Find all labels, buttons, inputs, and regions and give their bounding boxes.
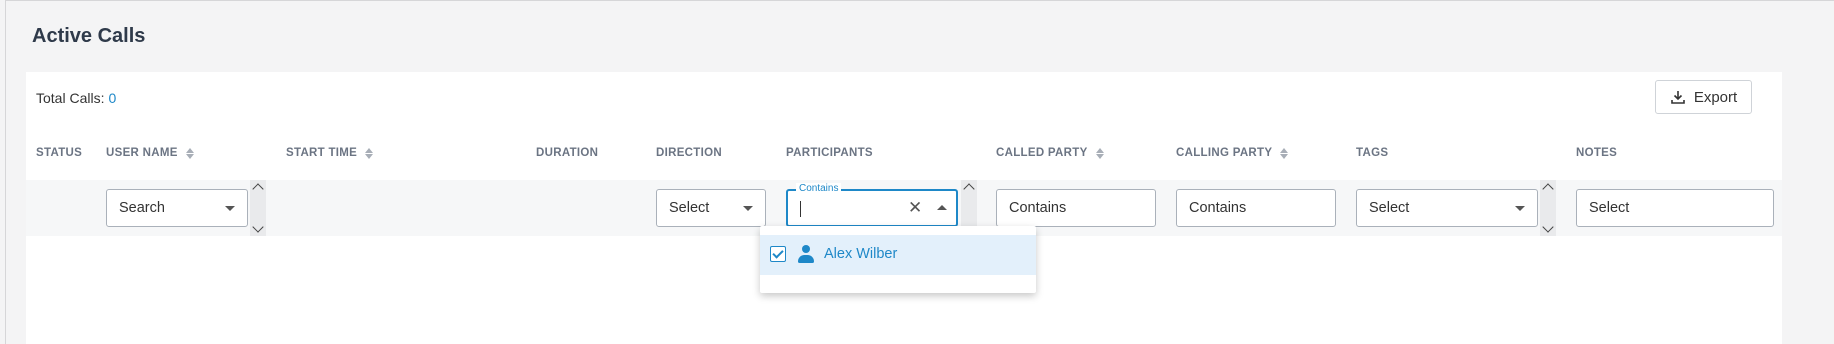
calling-party-filter[interactable]: Contains xyxy=(1176,189,1336,227)
notes-filter[interactable]: Select xyxy=(1576,189,1774,227)
scroll-up-icon[interactable] xyxy=(1542,183,1554,195)
checkbox-checked-icon[interactable] xyxy=(770,246,786,262)
column-header-direction: DIRECTION xyxy=(656,147,722,159)
sort-icon[interactable] xyxy=(1095,147,1104,159)
tags-scrollbar[interactable] xyxy=(1540,180,1556,236)
column-header-tags: TAGS xyxy=(1356,147,1389,159)
download-icon xyxy=(1671,91,1685,104)
page-title: Active Calls xyxy=(32,25,146,47)
column-header-start-time[interactable]: START TIME xyxy=(286,147,374,159)
participant-option[interactable]: Alex Wilber xyxy=(760,235,1036,275)
participant-option-label: Alex Wilber xyxy=(824,246,898,262)
scroll-up-icon[interactable] xyxy=(252,183,264,195)
column-header-called-party[interactable]: CALLED PARTY xyxy=(996,147,1104,159)
chevron-up-icon[interactable] xyxy=(937,205,947,210)
calls-table-card: Total Calls: 0 Export STATUS USER NAME ST… xyxy=(26,72,1782,344)
scroll-down-icon[interactable] xyxy=(1542,221,1554,233)
column-header-calling-party[interactable]: CALLING PARTY xyxy=(1176,147,1289,159)
person-icon xyxy=(798,245,814,263)
user-name-filter[interactable]: Search xyxy=(106,189,248,227)
chevron-down-icon xyxy=(225,206,235,211)
column-header-user-name[interactable]: USER NAME xyxy=(106,147,194,159)
scroll-up-icon[interactable] xyxy=(963,183,975,195)
sort-icon[interactable] xyxy=(185,147,194,159)
column-header-status: STATUS xyxy=(36,147,83,159)
participants-filter-legend: Contains xyxy=(796,183,842,194)
chevron-down-icon xyxy=(1515,206,1525,211)
text-cursor xyxy=(800,201,801,217)
user-name-scrollbar[interactable] xyxy=(250,180,266,236)
close-icon[interactable]: ✕ xyxy=(908,199,922,217)
scroll-down-icon[interactable] xyxy=(252,221,264,233)
column-header-participants: PARTICIPANTS xyxy=(786,147,873,159)
total-calls: Total Calls: 0 xyxy=(36,90,116,106)
total-calls-label: Total Calls: xyxy=(36,90,105,106)
tags-filter[interactable]: Select xyxy=(1356,189,1538,227)
chevron-down-icon xyxy=(743,206,753,211)
called-party-filter[interactable]: Contains xyxy=(996,189,1156,227)
column-header-duration: DURATION xyxy=(536,147,599,159)
participants-filter[interactable]: Contains ✕ xyxy=(786,183,958,227)
direction-filter[interactable]: Select xyxy=(656,189,766,227)
column-header-notes: NOTES xyxy=(1576,147,1618,159)
sort-icon[interactable] xyxy=(1280,147,1289,159)
participants-dropdown: Alex Wilber xyxy=(760,226,1036,293)
export-label: Export xyxy=(1693,88,1738,106)
total-calls-count: 0 xyxy=(108,90,117,106)
sort-icon[interactable] xyxy=(365,147,374,159)
export-button[interactable]: Export xyxy=(1655,80,1752,114)
